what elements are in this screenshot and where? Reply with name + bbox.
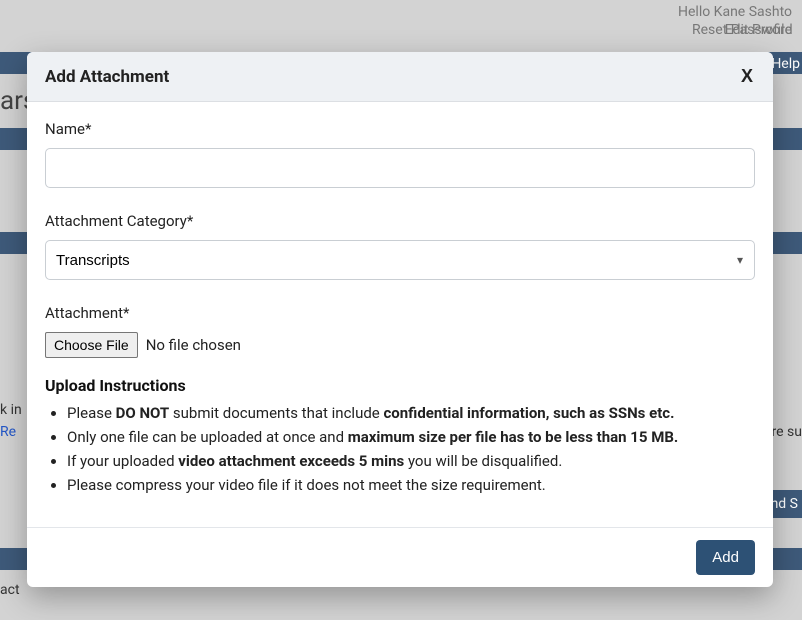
instr-bold: video attachment exceeds 5 mins	[178, 452, 404, 470]
file-row: Choose File No file chosen	[45, 332, 755, 358]
instructions-heading: Upload Instructions	[45, 376, 755, 395]
bg-left-fragment-2: k in	[0, 402, 22, 418]
attachment-group: Attachment* Choose File No file chosen	[45, 304, 755, 358]
modal-footer: Add	[27, 527, 773, 587]
bg-reset-password: Reset Password	[692, 22, 802, 38]
instr-bold: maximum size per file has to be less tha…	[348, 428, 679, 446]
choose-file-button[interactable]: Choose File	[45, 332, 138, 358]
bg-right-fragment: re su	[772, 424, 802, 440]
instr-text: you will be disqualified.	[404, 452, 562, 470]
bg-left-fragment-3: Re	[0, 424, 16, 440]
instructions-list: Please DO NOT submit documents that incl…	[45, 401, 755, 497]
bg-header-links: Hello Kane Sashto	[678, 0, 792, 20]
category-label: Attachment Category*	[45, 212, 755, 230]
instruction-item: Please compress your video file if it do…	[67, 473, 755, 497]
instr-text: submit documents that include	[169, 404, 383, 422]
instruction-item: If your uploaded video attachment exceed…	[67, 449, 755, 473]
add-attachment-modal: Add Attachment X Name* Attachment Catego…	[27, 52, 773, 587]
bg-greeting: Hello Kane Sashto	[678, 4, 792, 20]
bg-contact-fragment: act	[0, 582, 20, 598]
instruction-item: Only one file can be uploaded at once an…	[67, 425, 755, 449]
modal-body: Name* Attachment Category* Transcripts ▾…	[27, 102, 773, 527]
name-group: Name*	[45, 120, 755, 188]
instr-bold: DO NOT	[116, 404, 170, 422]
name-input[interactable]	[45, 148, 755, 188]
instr-text: Please	[67, 404, 116, 422]
instr-text: Only one file can be uploaded at once an…	[67, 428, 348, 446]
modal-title: Add Attachment	[45, 67, 169, 87]
category-select[interactable]: Transcripts	[45, 240, 755, 280]
add-button[interactable]: Add	[696, 540, 755, 575]
attachment-label: Attachment*	[45, 304, 755, 322]
bg-help: Help	[771, 56, 800, 72]
modal-header: Add Attachment X	[27, 52, 773, 102]
file-status: No file chosen	[146, 336, 241, 354]
instruction-item: Please DO NOT submit documents that incl…	[67, 401, 755, 425]
category-group: Attachment Category* Transcripts ▾	[45, 212, 755, 280]
close-button[interactable]: X	[739, 66, 755, 87]
instr-bold: confidential information, such as SSNs e…	[383, 404, 674, 422]
instr-text: If your uploaded	[67, 452, 178, 470]
name-label: Name*	[45, 120, 755, 138]
